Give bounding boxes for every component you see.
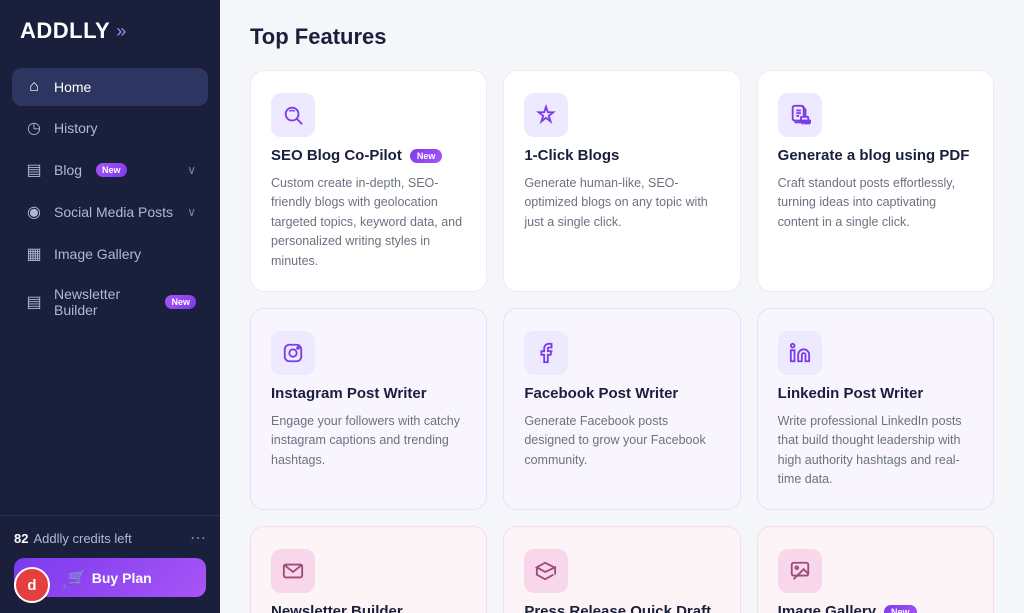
feature-title-row-one-click-blogs: 1-Click Blogs (524, 147, 719, 164)
feature-icon-linkedin (778, 331, 822, 375)
sidebar-item-social[interactable]: ◉ Social Media Posts ∨ (12, 192, 208, 232)
sidebar-nav: ⌂ Home ◷ History ▤ Blog New ∨ ◉ Social Media Post… (0, 60, 220, 515)
feature-card-linkedin[interactable]: Linkedin Post Writer Write professional L… (757, 308, 994, 511)
nav-badge-blog: New (96, 163, 127, 177)
feature-title-image-gallery: Image Gallery (778, 603, 876, 613)
feature-icon-blog-pdf: PDF (778, 93, 822, 137)
feature-card-facebook[interactable]: Facebook Post Writer Generate Facebook po… (503, 308, 740, 511)
image-icon: ▦ (24, 244, 44, 264)
feature-desc-instagram: Engage your followers with catchy instag… (271, 412, 466, 470)
feature-title-instagram: Instagram Post Writer (271, 385, 427, 402)
sidebar-item-label-image: Image Gallery (54, 246, 141, 262)
feature-desc-blog-pdf: Craft standout posts effortlessly, turni… (778, 174, 973, 232)
logo-arrow: » (116, 21, 126, 42)
history-icon: ◷ (24, 118, 44, 138)
feature-card-image-gallery[interactable]: Image GalleryNewChoose from AI generated… (757, 526, 994, 613)
sidebar-item-history[interactable]: ◷ History (12, 108, 208, 148)
feature-badge-image-gallery: New (884, 605, 917, 613)
blog-icon: ▤ (24, 160, 44, 180)
feature-title-press-release: Press Release Quick Draft (524, 603, 711, 613)
feature-card-blog-pdf[interactable]: PDF Generate a blog using PDF Craft stando… (757, 70, 994, 292)
feature-title-row-linkedin: Linkedin Post Writer (778, 385, 973, 402)
sidebar-item-label-home: Home (54, 79, 91, 95)
feature-desc-seo-blog: Custom create in-depth, SEO-friendly blo… (271, 174, 466, 271)
feature-title-row-instagram: Instagram Post Writer (271, 385, 466, 402)
feature-card-seo-blog[interactable]: SEO Blog Co-Pilot New Custom create in-dep… (250, 70, 487, 292)
feature-icon-image-gallery (778, 549, 822, 593)
sidebar: ADDLLY » ⌂ Home ◷ History ▤ Blog New ∨ ◉ Social M… (0, 0, 220, 613)
feature-title-linkedin: Linkedin Post Writer (778, 385, 924, 402)
feature-card-instagram[interactable]: Instagram Post Writer Engage your followe… (250, 308, 487, 511)
feature-title-row-newsletter: Newsletter Builder (271, 603, 466, 613)
feature-title-seo-blog: SEO Blog Co-Pilot (271, 147, 402, 164)
sidebar-item-home[interactable]: ⌂ Home (12, 68, 208, 106)
feature-desc-facebook: Generate Facebook posts designed to grow… (524, 412, 719, 470)
feature-title-newsletter: Newsletter Builder (271, 603, 403, 613)
sidebar-item-label-blog: Blog (54, 162, 82, 178)
feature-title-row-press-release: Press Release Quick Draft (524, 603, 719, 613)
feature-title-one-click-blogs: 1-Click Blogs (524, 147, 619, 164)
feature-title-row-facebook: Facebook Post Writer (524, 385, 719, 402)
newsletter-icon: ▤ (24, 292, 44, 312)
feature-icon-instagram (271, 331, 315, 375)
nav-badge-newsletter: New (165, 295, 196, 309)
feature-desc-linkedin: Write professional LinkedIn posts that b… (778, 412, 973, 490)
sidebar-logo: ADDLLY » (0, 0, 220, 60)
feature-title-blog-pdf: Generate a blog using PDF (778, 147, 970, 164)
credits-count: 82 (14, 531, 28, 546)
sidebar-item-label-newsletter: Newsletter Builder (54, 286, 151, 318)
nav-chevron-blog: ∨ (187, 163, 196, 177)
features-grid: SEO Blog Co-Pilot New Custom create in-dep… (250, 70, 994, 613)
feature-card-newsletter[interactable]: Newsletter BuilderCreate high-converting… (250, 526, 487, 613)
sidebar-item-newsletter[interactable]: ▤ Newsletter Builder New (12, 276, 208, 328)
feature-icon-facebook (524, 331, 568, 375)
sidebar-item-label-social: Social Media Posts (54, 204, 173, 220)
avatar[interactable]: d (14, 567, 50, 603)
credits-menu-icon[interactable]: ⋯ (190, 528, 206, 548)
feature-title-row-seo-blog: SEO Blog Co-Pilot New (271, 147, 466, 164)
feature-icon-newsletter (271, 549, 315, 593)
feature-title-facebook: Facebook Post Writer (524, 385, 678, 402)
nav-chevron-social: ∨ (187, 205, 196, 219)
feature-badge-seo-blog: New (410, 149, 443, 163)
feature-desc-one-click-blogs: Generate human-like, SEO-optimized blogs… (524, 174, 719, 232)
credits-row: 82 Addlly credits left ⋯ (14, 528, 206, 548)
sidebar-bottom-section: d › (0, 557, 220, 613)
credits-label: Addlly credits left (33, 531, 131, 546)
sidebar-item-label-history: History (54, 120, 98, 136)
page-title: Top Features (250, 24, 994, 50)
sidebar-item-image[interactable]: ▦ Image Gallery (12, 234, 208, 274)
feature-title-row-blog-pdf: Generate a blog using PDF (778, 147, 973, 164)
feature-icon-seo-blog (271, 93, 315, 137)
feature-icon-one-click-blogs (524, 93, 568, 137)
social-icon: ◉ (24, 202, 44, 222)
home-icon: ⌂ (24, 78, 44, 96)
feature-icon-press-release (524, 549, 568, 593)
sidebar-item-blog[interactable]: ▤ Blog New ∨ (12, 150, 208, 190)
logo-text: ADDLLY (20, 18, 110, 44)
main-content: Top Features SEO Blog Co-Pilot New Custom … (220, 0, 1024, 613)
svg-text:PDF: PDF (801, 119, 810, 124)
feature-card-press-release[interactable]: Press Release Quick DraftGet the word ou… (503, 526, 740, 613)
sidebar-expand-icon[interactable]: › (62, 577, 67, 593)
feature-title-row-image-gallery: Image Gallery New (778, 603, 973, 613)
feature-card-one-click-blogs[interactable]: 1-Click Blogs Generate human-like, SEO-op… (503, 70, 740, 292)
